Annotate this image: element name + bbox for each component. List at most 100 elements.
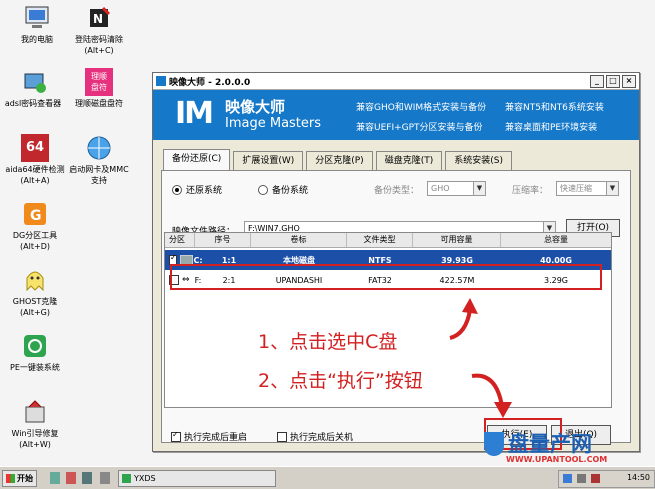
- restore-radio[interactable]: [172, 184, 182, 195]
- desktop-icon-pe-install[interactable]: PE一键装系统: [0, 332, 72, 373]
- restore-option[interactable]: 还原系统: [172, 183, 222, 196]
- quicklaunch-icon[interactable]: [100, 472, 110, 484]
- image-masters-window: 映像大师 - 2.0.0.0 _ □ × IM 映像大师 Image Maste…: [152, 72, 640, 452]
- backup-radio[interactable]: [258, 184, 268, 195]
- desktop-icon-label: adsl密码查看器: [4, 99, 62, 108]
- taskbar: 开始 YXDS 14:50: [0, 466, 655, 489]
- desktop-icon-label: PE一键装系统: [10, 363, 60, 372]
- compress-label: 压缩率：: [512, 186, 549, 196]
- shutdown-option[interactable]: 执行完成后关机: [277, 430, 353, 443]
- backup-type-value: GHO: [431, 184, 450, 193]
- watermark-cn: 盘量产网: [508, 432, 592, 456]
- desktop-icon-label: Win引导修复 (Alt+W): [11, 429, 59, 449]
- backup-type-label: 备份类型：: [374, 186, 420, 196]
- app-banner: IM 映像大师 Image Masters 兼容GHO和WIM格式安装与备份 兼…: [153, 90, 639, 140]
- quicklaunch-icon[interactable]: [82, 472, 92, 484]
- system-tray: 14:50: [558, 470, 655, 488]
- quicklaunch-icon[interactable]: [50, 472, 60, 484]
- backup-type-select[interactable]: GHO ▼: [427, 181, 486, 196]
- minimize-button[interactable]: _: [590, 74, 604, 88]
- arrow-to-execute: [471, 373, 512, 418]
- shutdown-label: 执行完成后关机: [290, 433, 354, 443]
- desktop-icon-label: aida64硬件检测(Alt+A): [5, 165, 65, 185]
- desktop-icon-label: 登陆密码清除 (Alt+C): [75, 35, 123, 55]
- tab-extended-settings[interactable]: 扩展设置(W): [233, 151, 304, 170]
- svg-text:N: N: [93, 12, 103, 26]
- restart-checkbox[interactable]: [171, 430, 181, 442]
- brand-en: Image Masters: [225, 116, 322, 131]
- chevron-down-icon: ▼: [606, 182, 618, 195]
- arrow-to-c-drive: [449, 298, 478, 340]
- maximize-button[interactable]: □: [606, 74, 620, 88]
- feature-text: 兼容桌面和PE环境安装: [505, 123, 598, 133]
- window-title: 映像大师 - 2.0.0.0: [169, 77, 251, 88]
- ghost-icon: [21, 266, 49, 294]
- site-watermark: 盘量产网 WWW.UPANTOOL.COM: [482, 428, 642, 468]
- disk-letter-icon: 理顺 盘符: [85, 68, 113, 96]
- desktop-icon-label: DG分区工具 (Alt+D): [12, 231, 58, 251]
- desktop-icon-label: 启动网卡及MMC支持: [69, 165, 129, 185]
- chevron-down-icon: ▼: [473, 182, 485, 195]
- watermark-logo-icon: [484, 432, 504, 456]
- tray-volume-icon[interactable]: [577, 474, 586, 483]
- pe-install-icon: [21, 332, 49, 360]
- desktop-icon-boot-repair[interactable]: Win引导修复 (Alt+W): [0, 398, 72, 450]
- desktop-icon-label: 理顺磁盘盘符: [75, 99, 123, 108]
- desktop-icon-disk-letter[interactable]: 理顺 盘符 理顺磁盘盘符: [62, 68, 136, 109]
- tab-partition-clone[interactable]: 分区克隆(P): [306, 151, 373, 170]
- desktop-icon-ghost[interactable]: GHOST克隆 (Alt+G): [0, 266, 72, 318]
- feature-text: 兼容NT5和NT6系统安装: [505, 103, 604, 113]
- aida64-icon: 64: [21, 134, 49, 162]
- compress-value: 快速压缩: [560, 184, 592, 193]
- shutdown-checkbox[interactable]: [277, 431, 287, 442]
- brand-cn: 映像大师: [225, 98, 286, 116]
- col-total: 总容量: [544, 235, 568, 244]
- col-index: 序号: [195, 233, 251, 247]
- col-fs: 文件类型: [347, 233, 413, 247]
- adsl-icon: [21, 68, 49, 96]
- annotation-step1: 1、点击选中C盘: [258, 331, 398, 353]
- boot-repair-icon: [21, 398, 49, 426]
- col-free: 可用容量: [413, 233, 501, 247]
- col-label: 卷标: [251, 233, 347, 247]
- app-small-icon: [122, 474, 131, 483]
- task-yxds[interactable]: YXDS: [118, 470, 276, 487]
- desktop-icon-dg[interactable]: G DG分区工具 (Alt+D): [0, 200, 72, 252]
- computer-icon: [23, 4, 51, 32]
- watermark-url: WWW.UPANTOOL.COM: [506, 455, 608, 464]
- restore-label: 还原系统: [186, 186, 223, 196]
- feature-text: 兼容GHO和WIM格式安装与备份: [356, 103, 487, 113]
- tray-network-icon[interactable]: [563, 474, 572, 483]
- clock: 14:50: [626, 473, 650, 482]
- start-button[interactable]: 开始: [2, 470, 37, 487]
- svg-text:G: G: [30, 208, 42, 224]
- tab-backup-restore[interactable]: 备份还原(C): [163, 149, 231, 170]
- window-titlebar[interactable]: 映像大师 - 2.0.0.0 _ □ ×: [153, 73, 639, 90]
- network-icon: [85, 134, 113, 162]
- restart-option[interactable]: 执行完成后重启: [171, 430, 247, 443]
- app-small-icon: [156, 76, 166, 86]
- close-button[interactable]: ×: [622, 74, 636, 88]
- backup-option[interactable]: 备份系统: [258, 183, 308, 196]
- compress-select[interactable]: 快速压缩 ▼: [556, 181, 619, 196]
- feature-text: 兼容UEFI+GPT分区安装与备份: [356, 123, 483, 133]
- desktop-icon-label: GHOST克隆 (Alt+G): [12, 297, 58, 317]
- quicklaunch-icon[interactable]: [66, 472, 76, 484]
- password-clear-icon: N: [85, 4, 113, 32]
- col-partition: 分区: [165, 233, 195, 247]
- desktop-icon-network[interactable]: 启动网卡及MMC支持: [62, 134, 136, 186]
- restart-label: 执行完成后重启: [184, 433, 248, 443]
- windows-logo-icon: [6, 474, 15, 483]
- annotation-step2: 2、点击“执行”按钮: [258, 370, 423, 392]
- task-label: YXDS: [134, 474, 156, 483]
- tray-keyboard-icon[interactable]: [591, 474, 600, 483]
- tab-disk-clone[interactable]: 磁盘克隆(T): [375, 151, 443, 170]
- desktop-icon-password-clear[interactable]: N 登陆密码清除 (Alt+C): [62, 4, 136, 56]
- backup-label: 备份系统: [272, 186, 309, 196]
- start-label: 开始: [17, 474, 33, 483]
- table-header: 分区 序号 卷标 文件类型 可用容量 总容量: [165, 233, 611, 248]
- brand-mark: IM: [175, 96, 214, 131]
- tab-system-install[interactable]: 系统安装(S): [445, 151, 512, 170]
- dg-icon: G: [21, 200, 49, 228]
- tab-bar: 备份还原(C) 扩展设置(W) 分区克隆(P) 磁盘克隆(T) 系统安装(S): [163, 149, 515, 170]
